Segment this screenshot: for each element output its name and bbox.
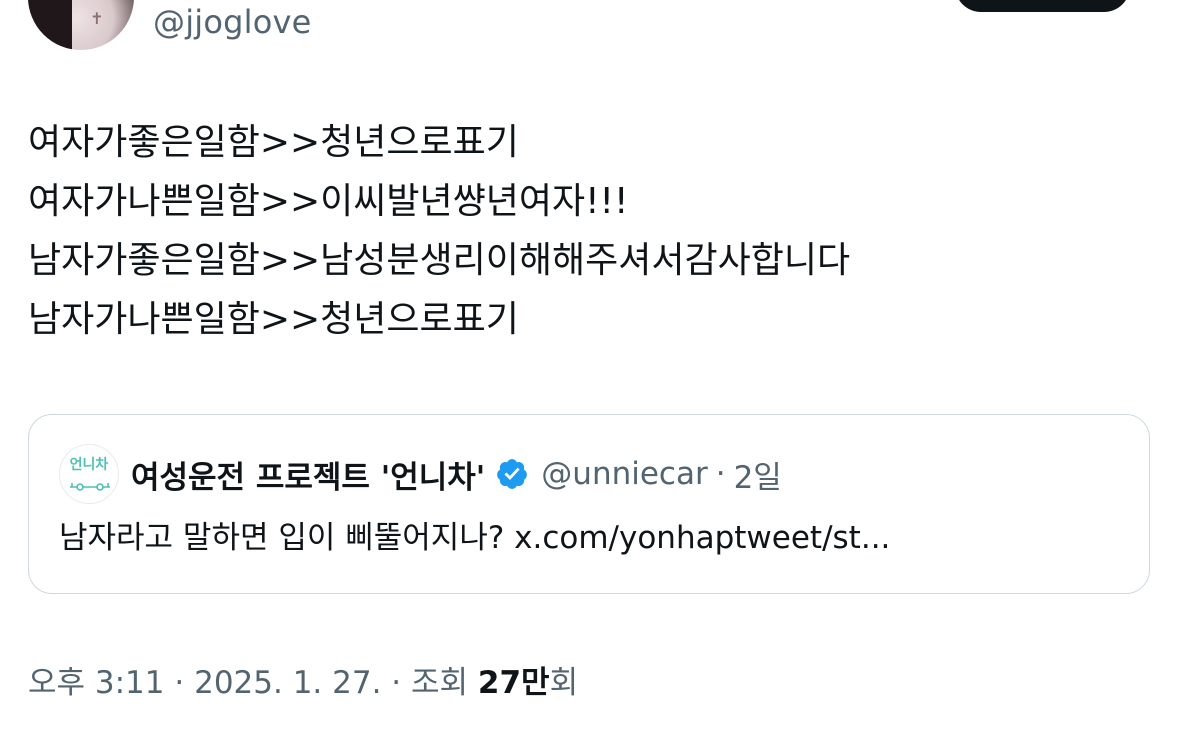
tweet-line: 여자가나쁜일함>>이씨발년썅년여자!!! — [28, 181, 629, 222]
quoted-tweet-card[interactable]: 언니차 여성운전 프로젝트 '언니차' @unniecar · 2일 남자라고 … — [28, 414, 1150, 594]
tweet-meta: 오후 3:11 · 2025. 1. 27. · 조회 27만회 — [28, 661, 578, 705]
tweet-line: 여자가좋은일함>>청년으로표기 — [28, 122, 519, 163]
avatar-hair — [28, 0, 72, 50]
author-handle[interactable]: @jjoglove — [153, 2, 312, 42]
quoted-tweet-header: 여성운전 프로젝트 '언니차' @unniecar · 2일 — [131, 452, 782, 496]
views-suffix: 회 — [549, 665, 579, 701]
tweet-line: 남자가좋은일함>>남성분생리이해해주셔서감사합니다 — [28, 240, 851, 281]
tweet-date[interactable]: 2025. 1. 27. — [194, 665, 381, 701]
tweet-text: 여자가좋은일함>>청년으로표기 여자가나쁜일함>>이씨발년썅년여자!!! 남자가… — [28, 113, 1128, 349]
quoted-tweet-time[interactable]: 2일 — [734, 452, 782, 497]
quoted-author-handle[interactable]: @unniecar — [541, 456, 707, 492]
views-label: 조회 — [411, 665, 469, 701]
views-count: 27만 — [477, 665, 550, 701]
quoted-author-name[interactable]: 여성운전 프로젝트 '언니차' — [131, 452, 485, 497]
separator-dot: · — [391, 665, 402, 701]
tweet-line: 남자가나쁜일함>>청년으로표기 — [28, 299, 519, 340]
separator-dot: · — [715, 456, 726, 492]
quoted-author-avatar[interactable]: 언니차 — [59, 444, 119, 504]
avatar-detail: ✝ — [90, 9, 104, 28]
verified-badge-icon — [497, 459, 528, 489]
logo-word: 언니차 — [69, 457, 109, 473]
car-logo-icon — [70, 483, 110, 491]
follow-button[interactable] — [955, 0, 1130, 12]
separator-dot: · — [174, 665, 185, 701]
quoted-tweet-text: 남자라고 말하면 입이 삐뚤어지나? x.com/yonhaptweet/st.… — [59, 520, 891, 556]
author-avatar[interactable]: ✝ — [28, 0, 134, 50]
tweet-time[interactable]: 오후 3:11 — [28, 665, 165, 701]
